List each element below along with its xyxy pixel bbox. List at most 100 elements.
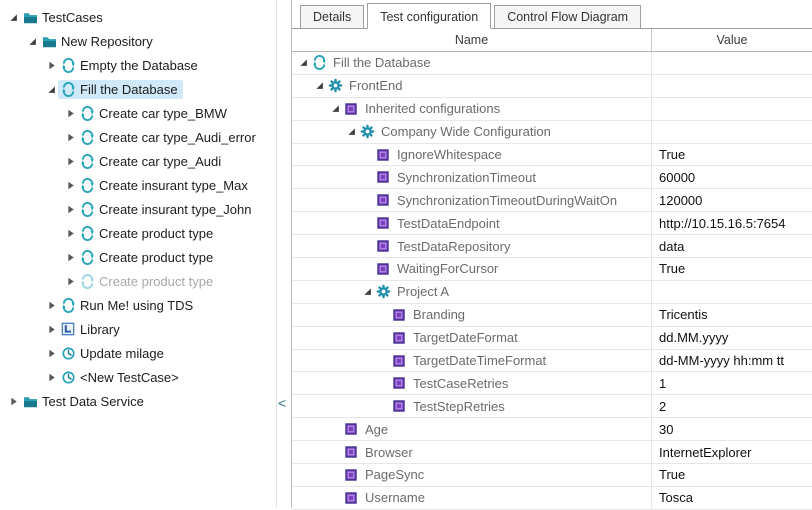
config-row[interactable]: PageSyncTrue (292, 464, 812, 487)
expander-icon[interactable] (6, 13, 20, 22)
tree-item-content[interactable]: Create car type_Audi (77, 152, 226, 171)
config-row[interactable]: SynchronizationTimeout60000 (292, 166, 812, 189)
param-icon (374, 263, 392, 275)
expander-icon[interactable] (360, 287, 374, 296)
config-row[interactable]: Inherited configurations (292, 98, 812, 121)
expander-icon[interactable] (63, 205, 77, 214)
tree-item-content[interactable]: Library (58, 320, 125, 339)
tree-item-content[interactable]: Create product type (77, 272, 218, 291)
expander-icon[interactable] (44, 373, 58, 382)
tree-item-content[interactable]: Create car type_BMW (77, 104, 232, 123)
tree-item-content[interactable]: Run Me! using TDS (58, 296, 198, 315)
config-name-label: FrontEnd (349, 78, 402, 93)
tree-item-content[interactable]: New Repository (39, 32, 158, 51)
tree-item-content[interactable]: TestCases (20, 8, 108, 27)
tree-item-content[interactable]: <New TestCase> (58, 368, 184, 387)
config-value-cell (652, 121, 812, 143)
config-row[interactable]: SynchronizationTimeoutDuringWaitOn120000 (292, 189, 812, 212)
tree-item[interactable]: <New TestCase> (0, 365, 276, 389)
expander-icon[interactable] (25, 37, 39, 46)
expander-icon[interactable] (328, 104, 342, 113)
tree-item[interactable]: Create car type_Audi (0, 149, 276, 173)
tree-item-content[interactable]: Fill the Database (58, 80, 183, 99)
tree-item[interactable]: New Repository (0, 29, 276, 53)
expander-icon[interactable] (63, 229, 77, 238)
tree-item[interactable]: Empty the Database (0, 53, 276, 77)
tree-item[interactable]: TestCases (0, 5, 276, 29)
tab-details[interactable]: Details (300, 5, 364, 28)
tree-item-content[interactable]: Create car type_Audi_error (77, 128, 261, 147)
expander-icon[interactable] (344, 127, 358, 136)
testcase-icon (59, 298, 77, 313)
param-icon (342, 492, 360, 504)
expander-icon[interactable] (296, 58, 310, 67)
tree-item-label: <New TestCase> (80, 370, 179, 385)
tree-item-content[interactable]: Create insurant type_John (77, 200, 256, 219)
column-header-name[interactable]: Name (292, 29, 652, 51)
expander-icon[interactable] (44, 61, 58, 70)
column-header-value[interactable]: Value (652, 29, 812, 51)
tree-item[interactable]: Create insurant type_John (0, 197, 276, 221)
config-row[interactable]: TestDataRepositorydata (292, 235, 812, 258)
tree-item[interactable]: Update milage (0, 341, 276, 365)
config-row[interactable]: TestCaseRetries1 (292, 372, 812, 395)
config-row[interactable]: BrowserInternetExplorer (292, 441, 812, 464)
expander-icon[interactable] (44, 349, 58, 358)
param-icon (342, 103, 360, 115)
expander-icon[interactable] (44, 85, 58, 94)
config-row[interactable]: TestDataEndpointhttp://10.15.16.5:7654 (292, 212, 812, 235)
expander-icon[interactable] (44, 325, 58, 334)
tree-item-content[interactable]: Create product type (77, 248, 218, 267)
config-value-cell: 120000 (652, 189, 812, 211)
collapse-panel-button[interactable]: < (278, 396, 286, 410)
tree-item[interactable]: Library (0, 317, 276, 341)
tree-item[interactable]: Create insurant type_Max (0, 173, 276, 197)
testcase-icon (310, 55, 328, 70)
tree-item-content[interactable]: Create product type (77, 224, 218, 243)
tree-item-content[interactable]: Test Data Service (20, 392, 149, 411)
config-row[interactable]: BrandingTricentis (292, 304, 812, 327)
param-icon (390, 377, 408, 389)
tree-item-content[interactable]: Update milage (58, 344, 169, 363)
tab-control-flow-diagram[interactable]: Control Flow Diagram (494, 5, 641, 28)
expander-icon[interactable] (63, 181, 77, 190)
config-row[interactable]: TargetDateTimeFormatdd-MM-yyyy hh:mm tt (292, 350, 812, 373)
tree-item[interactable]: Create product type (0, 269, 276, 293)
expander-icon[interactable] (44, 301, 58, 310)
config-row[interactable]: WaitingForCursorTrue (292, 258, 812, 281)
expander-icon[interactable] (63, 277, 77, 286)
testcase-icon (78, 202, 96, 217)
config-row[interactable]: TargetDateFormatdd.MM.yyyy (292, 327, 812, 350)
tab-test-configuration[interactable]: Test configuration (367, 3, 491, 29)
tree-item-label: New Repository (61, 34, 153, 49)
tree-item[interactable]: Fill the Database (0, 77, 276, 101)
testcase-tree: TestCases New Repository Empty the Databas… (0, 5, 276, 413)
tree-item-content[interactable]: Create insurant type_Max (77, 176, 253, 195)
expander-icon[interactable] (63, 109, 77, 118)
config-name-cell: Browser (292, 441, 652, 463)
config-row[interactable]: Company Wide Configuration (292, 121, 812, 144)
config-row[interactable]: FrontEnd (292, 75, 812, 98)
config-row[interactable]: Project A (292, 281, 812, 304)
tree-item-content[interactable]: Empty the Database (58, 56, 203, 75)
config-row[interactable]: Age30 (292, 418, 812, 441)
config-row[interactable]: IgnoreWhitespaceTrue (292, 144, 812, 167)
config-row[interactable]: UsernameTosca (292, 487, 812, 510)
expander-icon[interactable] (6, 397, 20, 406)
config-row[interactable]: TestStepRetries2 (292, 395, 812, 418)
tree-item[interactable]: Test Data Service (0, 389, 276, 413)
tree-item[interactable]: Create product type (0, 245, 276, 269)
tree-item[interactable]: Run Me! using TDS (0, 293, 276, 317)
expander-icon[interactable] (63, 133, 77, 142)
config-row[interactable]: Fill the Database (292, 52, 812, 75)
expander-icon[interactable] (63, 253, 77, 262)
tree-item[interactable]: Create car type_Audi_error (0, 125, 276, 149)
expander-icon[interactable] (312, 81, 326, 90)
config-value-cell: True (652, 144, 812, 166)
panel-splitter[interactable]: < (277, 0, 291, 508)
folder-icon (21, 11, 39, 24)
config-name-cell: TestCaseRetries (292, 372, 652, 394)
tree-item[interactable]: Create car type_BMW (0, 101, 276, 125)
tree-item[interactable]: Create product type (0, 221, 276, 245)
expander-icon[interactable] (63, 157, 77, 166)
